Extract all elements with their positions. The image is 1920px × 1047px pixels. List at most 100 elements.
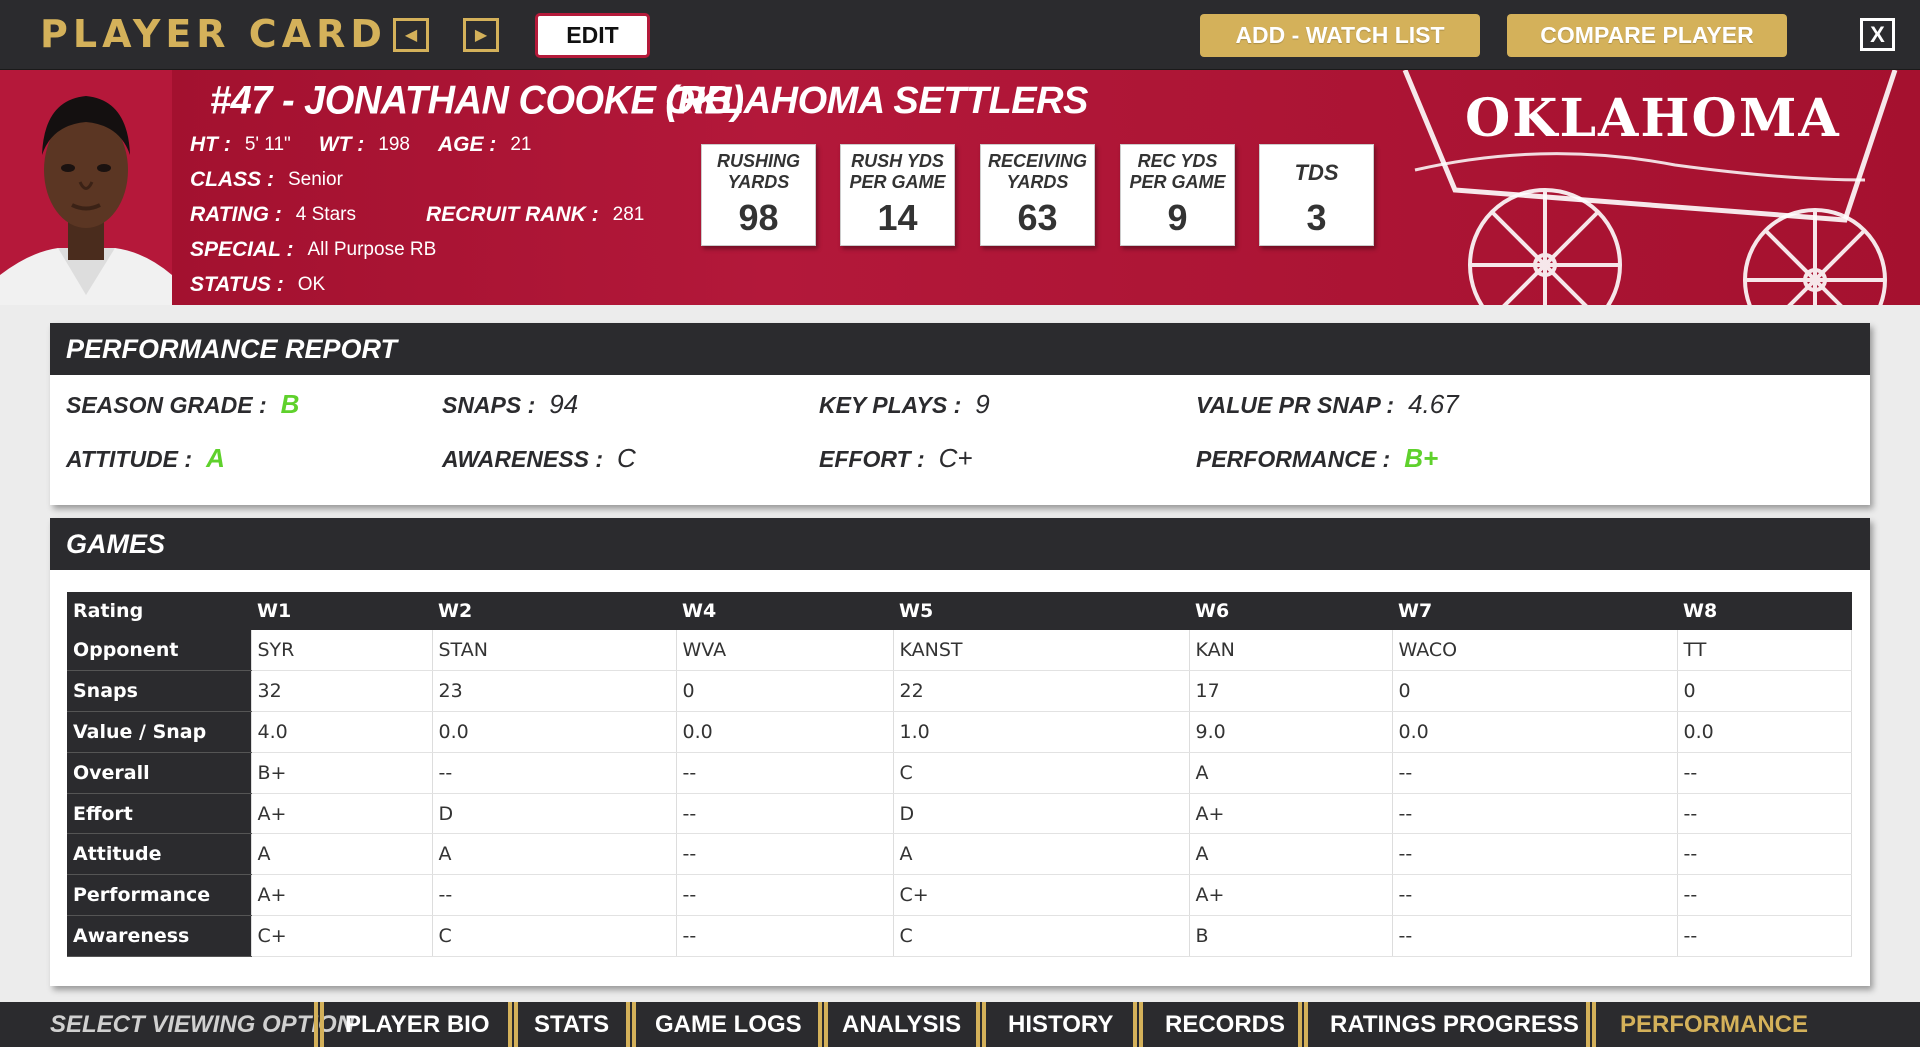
snaps: SNAPS : 94 <box>442 389 578 420</box>
tab-ratings-progress[interactable]: RATINGS PROGRESS <box>1312 1002 1579 1047</box>
row-header: Effort <box>67 793 252 835</box>
tab-history[interactable]: HISTORY <box>990 1002 1113 1047</box>
snaps-label: SNAPS : <box>442 392 536 418</box>
attitude-value: A <box>206 443 225 473</box>
table-cell: C <box>893 752 1190 794</box>
edit-button[interactable]: EDIT <box>535 13 650 58</box>
key-plays-label: KEY PLAYS : <box>819 392 962 418</box>
table-cell: STAN <box>432 630 677 672</box>
table-cell: -- <box>432 752 677 794</box>
tab-records[interactable]: RECORDS <box>1147 1002 1285 1047</box>
table-cell: A+ <box>251 874 433 917</box>
column-header: W6 <box>1189 592 1392 630</box>
effort-label: EFFORT : <box>819 446 925 472</box>
performance-report-heading: PERFORMANCE REPORT <box>50 323 1870 375</box>
row-header: Attitude <box>67 833 252 876</box>
table-cell: 17 <box>1189 670 1393 713</box>
table-cell: C+ <box>251 915 433 957</box>
table-cell: -- <box>1392 833 1678 876</box>
table-cell: 0.0 <box>1392 711 1678 753</box>
games-panel: GAMES Rating W1 W2 W4 W5 W6 W7 W8 Oppone… <box>50 518 1870 986</box>
column-header: W2 <box>432 592 676 630</box>
table-row: Snaps 32 23 0 22 17 0 0 <box>67 670 1852 713</box>
stat-value: 3 <box>1306 197 1327 238</box>
stat-value: 9 <box>1167 197 1188 238</box>
rating-value: 4 Stars <box>295 204 356 225</box>
close-button[interactable]: X <box>1860 18 1895 51</box>
column-header: W1 <box>251 592 432 630</box>
tab-analysis[interactable]: ANALYSIS <box>824 1002 961 1047</box>
tab-player-bio[interactable]: PLAYER BIO <box>327 1002 489 1047</box>
stat-box-receiving-yards: RECEIVING YARDS 63 <box>980 144 1095 246</box>
attitude: ATTITUDE : A <box>66 443 225 474</box>
performance-report-panel: PERFORMANCE REPORT SEASON GRADE : B SNAP… <box>50 323 1870 505</box>
performance-value: B+ <box>1404 443 1439 473</box>
player-portrait <box>0 70 172 305</box>
table-cell: 0.0 <box>432 711 677 753</box>
table-cell: C <box>893 915 1190 957</box>
info-row-status: STATUS : OK <box>190 270 353 300</box>
tab-stats[interactable]: STATS <box>516 1002 609 1047</box>
table-row: Effort A+ D -- D A+ -- -- <box>67 793 1852 835</box>
games-table: Rating W1 W2 W4 W5 W6 W7 W8 Opponent SYR… <box>67 592 1852 957</box>
school-wordmark: OKLAHOMA <box>1465 88 1841 149</box>
nav-divider <box>1298 1002 1308 1047</box>
key-plays: KEY PLAYS : 9 <box>819 389 990 420</box>
table-cell: D <box>432 793 677 835</box>
table-cell: A <box>1189 833 1393 876</box>
stat-box-rec-yds-per-game: REC YDS PER GAME 9 <box>1120 144 1235 246</box>
awareness-value: C <box>617 443 636 473</box>
height-value: 5' 11" <box>244 134 291 155</box>
stat-box-rush-yds-per-game: RUSH YDS PER GAME 14 <box>840 144 955 246</box>
table-cell: 9.0 <box>1189 711 1393 753</box>
season-grade-value: B <box>280 389 300 419</box>
tab-performance[interactable]: PERFORMANCE <box>1602 1002 1808 1047</box>
table-cell: KAN <box>1189 630 1393 672</box>
top-bar: PLAYER CARD ◀ ▶ EDIT ADD - WATCH LIST CO… <box>0 0 1920 70</box>
next-player-button[interactable]: ▶ <box>463 18 499 52</box>
stat-value: 63 <box>1017 197 1058 238</box>
table-row: Overall B+ -- -- C A -- -- <box>67 752 1852 794</box>
weight-label: WT : <box>318 133 365 156</box>
table-cell: C <box>432 915 677 957</box>
nav-divider <box>626 1002 636 1047</box>
tab-game-logs[interactable]: GAME LOGS <box>637 1002 802 1047</box>
compare-player-button[interactable]: COMPARE PLAYER <box>1507 14 1787 57</box>
table-row: Awareness C+ C -- C B -- -- <box>67 915 1852 957</box>
season-grade-label: SEASON GRADE : <box>66 392 267 418</box>
row-header: Opponent <box>67 630 252 672</box>
add-watch-list-button[interactable]: ADD - WATCH LIST <box>1200 14 1480 57</box>
table-cell: C+ <box>893 874 1190 917</box>
nav-divider <box>976 1002 986 1047</box>
table-cell: 0 <box>1677 670 1852 713</box>
table-cell: -- <box>1392 915 1678 957</box>
table-cell: WVA <box>676 630 894 672</box>
table-cell: -- <box>1677 793 1852 835</box>
snaps-value: 94 <box>549 389 579 419</box>
stat-label: RECEIVING YARDS <box>987 151 1088 192</box>
column-header: W8 <box>1677 592 1852 630</box>
age-value: 21 <box>510 134 532 155</box>
table-row: Performance A+ -- -- C+ A+ -- -- <box>67 874 1852 917</box>
table-cell: 0.0 <box>1677 711 1852 753</box>
table-cell: B <box>1189 915 1393 957</box>
table-cell: -- <box>1677 915 1852 957</box>
stat-label: TDS <box>1294 159 1339 185</box>
table-cell: SYR <box>251 630 433 672</box>
weight-value: 198 <box>378 134 410 155</box>
row-header: Snaps <box>67 670 252 713</box>
nav-divider <box>314 1002 324 1047</box>
page-title: PLAYER CARD <box>40 12 387 56</box>
table-cell: -- <box>432 874 677 917</box>
awareness-label: AWARENESS : <box>442 446 604 472</box>
table-cell: 4.0 <box>251 711 433 753</box>
stat-label: REC YDS PER GAME <box>1129 151 1226 192</box>
recruit-rank-label: RECRUIT RANK : <box>425 203 599 226</box>
table-cell: -- <box>676 833 894 876</box>
nav-divider <box>1586 1002 1596 1047</box>
table-cell: 23 <box>432 670 677 713</box>
info-row-class: CLASS : Senior <box>190 165 371 195</box>
previous-player-button[interactable]: ◀ <box>393 18 429 52</box>
effort-value: C+ <box>938 443 973 473</box>
select-viewing-option-label: SELECT VIEWING OPTION <box>50 1011 355 1038</box>
